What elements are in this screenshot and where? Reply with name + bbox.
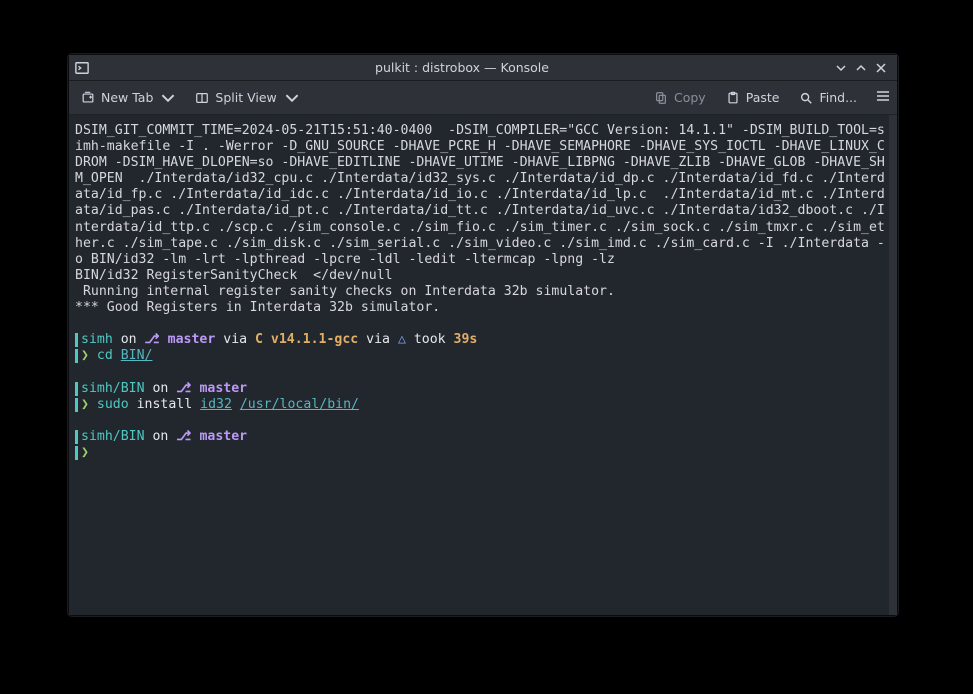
prompt-symbol: ❯ [81, 397, 97, 412]
path-arg: BIN/ [121, 348, 153, 363]
prompt-dir: simh [81, 332, 113, 347]
prompt-dir: simh/BIN [81, 381, 145, 396]
find-button[interactable]: Find... [793, 86, 863, 109]
copy-button[interactable]: Copy [648, 86, 712, 109]
prompt-line-3: simh/BIN on ⎇ master [75, 429, 891, 445]
cmd-line-1: ❯ cd BIN/ [75, 348, 891, 364]
sanity-good: *** Good Registers in Interdata 32b simu… [75, 300, 891, 316]
app-prompt-icon [75, 61, 89, 75]
sanity-running: Running internal register sanity checks … [75, 284, 891, 300]
prompt-line-2: simh/BIN on ⎇ master [75, 381, 891, 397]
find-label: Find... [819, 90, 857, 105]
split-view-button[interactable]: Split View [189, 86, 304, 109]
prompt-symbol: ❯ [81, 445, 89, 460]
path-arg: /usr/local/bin/ [240, 397, 359, 412]
paste-button[interactable]: Paste [720, 86, 786, 109]
duration: 39s [454, 332, 478, 347]
git-branch-icon: ⎇ [145, 332, 160, 347]
git-branch-icon: ⎇ [176, 381, 191, 396]
window-title: pulkit : distrobox — Konsole [93, 60, 831, 75]
triangle-icon: △ [398, 332, 414, 347]
maximize-button[interactable] [851, 58, 871, 78]
terminal-area[interactable]: DSIM_GIT_COMMIT_TIME=2024-05-21T15:51:40… [69, 115, 897, 615]
chevron-down-icon [285, 91, 299, 105]
path-arg: id32 [200, 397, 232, 412]
sanity-check-cmd: BIN/id32 RegisterSanityCheck </dev/null [75, 268, 891, 284]
git-branch: master [192, 429, 248, 444]
new-tab-button[interactable]: New Tab [75, 86, 181, 109]
new-tab-label: New Tab [101, 90, 153, 105]
split-view-label: Split View [215, 90, 276, 105]
titlebar: pulkit : distrobox — Konsole [69, 55, 897, 81]
hamburger-menu-button[interactable] [875, 88, 891, 107]
paste-label: Paste [746, 90, 780, 105]
chevron-down-icon [161, 91, 175, 105]
git-branch-icon: ⎇ [176, 429, 191, 444]
prompt-dir: simh/BIN [81, 429, 145, 444]
konsole-window: pulkit : distrobox — Konsole New Tab Spl… [68, 54, 898, 616]
close-button[interactable] [871, 58, 891, 78]
cmd-line-2: ❯ sudo install id32 /usr/local/bin/ [75, 397, 891, 413]
scrollbar[interactable] [889, 115, 897, 615]
minimize-button[interactable] [831, 58, 851, 78]
compiler-output: DSIM_GIT_COMMIT_TIME=2024-05-21T15:51:40… [75, 123, 891, 268]
git-branch: master [192, 381, 248, 396]
compiler-version: C v14.1.1-gcc [255, 332, 358, 347]
copy-label: Copy [674, 90, 706, 105]
cmd-line-3[interactable]: ❯ [75, 445, 891, 461]
git-branch: master [160, 332, 216, 347]
prompt-symbol: ❯ [81, 348, 97, 363]
toolbar: New Tab Split View Copy Paste [69, 81, 897, 115]
prompt-line-1: simh on ⎇ master via C v14.1.1-gcc via △… [75, 332, 891, 348]
